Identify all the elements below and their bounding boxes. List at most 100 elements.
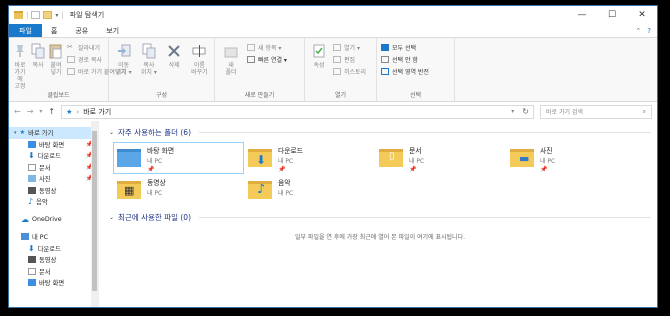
nav-item-pictures[interactable]: 사진 📌 [9, 173, 98, 185]
tab-home[interactable]: 홈 [42, 24, 66, 37]
computer-icon [21, 233, 29, 241]
nav-pc-downloads[interactable]: ⬇ 다운로드 [9, 243, 98, 255]
open-button[interactable]: 열기 ▾ [333, 43, 366, 52]
back-arrow-icon[interactable]: ← [14, 107, 21, 116]
content-pane: ⌄ 자주 사용하는 폴더 (6) 바탕 화면 내 PC 📌 ⬇ 다운로드 내 PC 📌 … [99, 121, 657, 307]
properties-button[interactable]: 속성 [309, 40, 329, 91]
edit-button[interactable]: 편집 [333, 55, 366, 64]
select-all-icon [381, 44, 389, 51]
easy-access-button[interactable]: 빠른 연결 ▾ [247, 55, 287, 64]
star-icon: ★ [19, 129, 26, 137]
nav-scrollbar[interactable] [91, 121, 98, 307]
group-open: 속성 열기 ▾ 편집 히스토리 열기 [305, 38, 377, 101]
select-none-button[interactable]: 선택 안 함 [381, 55, 429, 64]
copy-icon [31, 43, 45, 59]
tab-share[interactable]: 공유 [66, 24, 97, 37]
group-label-open: 열기 [334, 92, 347, 99]
nav-pc-documents[interactable]: 문서 [9, 266, 98, 278]
pin-icon: 📌 [409, 166, 417, 173]
refresh-icon[interactable]: ↻ [522, 107, 529, 116]
chevron-down-icon[interactable]: ⌄ [109, 129, 114, 136]
videos-folder-icon: ▦ [117, 177, 143, 203]
address-bar[interactable]: ★ › 바로 가기 ▾ ↻ [61, 104, 534, 119]
breadcrumb[interactable]: 바로 가기 [83, 107, 111, 117]
recent-locations-icon[interactable]: ▾ [39, 108, 42, 115]
tab-file[interactable]: 파일 [9, 24, 42, 37]
paste-button[interactable]: 붙여넣기 [49, 40, 63, 91]
document-icon [28, 267, 36, 275]
folder-tile-music[interactable]: ♪ 음악 내 PC [244, 174, 375, 206]
address-row: ← → ▾ ↑ ★ › 바로 가기 ▾ ↻ 바로 가기 검색 ⌕ [9, 102, 657, 121]
folder-tile-pictures[interactable]: ▬ 사진 내 PC 📌 [506, 142, 637, 174]
rename-button[interactable]: 이름 바꾸기 [189, 40, 210, 91]
cloud-icon: ☁ [21, 214, 29, 224]
customize-qa-icon[interactable]: ▾ [55, 12, 58, 19]
new-folder-button[interactable]: 새 폴더 [219, 40, 243, 91]
frequent-folders-grid: 바탕 화면 내 PC 📌 ⬇ 다운로드 내 PC 📌 ▯ 문서 내 PC 📌 ▬ 사진 내 P… [109, 142, 651, 206]
nav-this-pc[interactable]: 내 PC [9, 231, 98, 243]
folder-tile-downloads[interactable]: ⬇ 다운로드 내 PC 📌 [244, 142, 375, 174]
nav-pc-videos[interactable]: 동영상 [9, 254, 98, 266]
nav-item-desktop[interactable]: 바탕 화면 📌 [9, 139, 98, 151]
chevron-down-icon[interactable]: ⌄ [109, 214, 114, 221]
folder-tile-documents[interactable]: ▯ 문서 내 PC 📌 [375, 142, 506, 174]
pin-icon: 📌 [278, 166, 286, 173]
navigation-pane: ▾ ★ 바로 가기 바탕 화면 📌 ⬇ 다운로드 📌 문서 📌 사진 📌 동영상 ♪ 음악 … [9, 121, 99, 307]
folder-icon [14, 11, 23, 19]
new-item-button[interactable]: 새 항목 ▾ [247, 43, 287, 52]
address-dropdown-icon[interactable]: ▾ [511, 108, 514, 115]
new-item-icon [247, 44, 255, 51]
new-folder-icon[interactable] [43, 11, 53, 19]
nav-onedrive[interactable]: ☁ OneDrive [9, 214, 98, 226]
path-icon [67, 56, 75, 63]
forward-arrow-icon[interactable]: → [27, 107, 34, 116]
nav-item-music[interactable]: ♪ 음악 [9, 196, 98, 208]
scrollbar-thumb[interactable] [92, 131, 97, 291]
download-icon: ⬇ [256, 153, 267, 167]
folder-tile-desktop[interactable]: 바탕 화면 내 PC 📌 [113, 142, 244, 174]
group-organize: 이동 위치 ▾ 복사 위치 ▾ 삭제 이름 바꾸기 구성 [109, 38, 215, 101]
invert-selection-button[interactable]: 선택 영역 반전 [381, 67, 429, 76]
chevron-down-icon[interactable]: ▾ [14, 130, 17, 136]
group-label-new: 새로 만들기 [244, 92, 275, 99]
section-frequent-folders[interactable]: ⌄ 자주 사용하는 폴더 (6) [109, 125, 651, 139]
properties-icon[interactable] [31, 11, 41, 19]
music-folder-icon: ♪ [248, 177, 274, 203]
group-label-organize: 구성 [155, 92, 168, 99]
invert-selection-icon [381, 68, 389, 75]
desktop-icon [28, 140, 36, 148]
move-to-button[interactable]: 이동 위치 ▾ [113, 40, 134, 91]
folder-tile-videos[interactable]: ▦ 동영상 내 PC [113, 174, 244, 206]
select-all-button[interactable]: 모두 선택 [381, 43, 429, 52]
minimize-button[interactable]: — [567, 6, 597, 24]
window-title: 파일 탐색기 [69, 11, 105, 19]
maximize-button[interactable]: ☐ [597, 6, 627, 24]
nav-pc-desktop[interactable]: 바탕 화면 [9, 277, 98, 289]
ribbon-tabs: 파일 홈 공유 보기 ⌃ ? [9, 24, 657, 37]
video-icon [28, 186, 36, 194]
nav-item-documents[interactable]: 문서 📌 [9, 162, 98, 174]
chevron-up-icon[interactable]: ⌃ [635, 27, 641, 35]
pin-icon: 📌 [147, 166, 155, 173]
title-bar: | ▾ | 파일 탐색기 — ☐ ✕ [9, 6, 657, 24]
edit-icon [333, 56, 341, 63]
section-recent-files[interactable]: ⌄ 최근에 사용한 파일 (0) [109, 210, 651, 224]
nav-quick-access[interactable]: ▾ ★ 바로 가기 [9, 127, 98, 139]
search-input[interactable]: 바로 가기 검색 ⌕ [540, 104, 652, 119]
delete-button[interactable]: 삭제 [164, 40, 185, 91]
recent-empty-message: 일부 파일을 연 후에 가장 최근에 열어 본 파일이 여기에 표시됩니다. [294, 234, 466, 241]
paste-icon [49, 44, 62, 59]
download-icon: ⬇ [28, 243, 35, 253]
help-icon[interactable]: ? [647, 27, 651, 35]
nav-item-downloads[interactable]: ⬇ 다운로드 📌 [9, 150, 98, 162]
divider [199, 131, 651, 133]
history-button[interactable]: 히스토리 [333, 67, 366, 76]
copy-to-button[interactable]: 복사 위치 ▾ [138, 40, 159, 91]
nav-item-videos[interactable]: 동영상 [9, 185, 98, 197]
breadcrumb-chevron-icon[interactable]: › [76, 108, 79, 116]
up-arrow-icon[interactable]: ↑ [48, 107, 55, 116]
close-button[interactable]: ✕ [627, 6, 657, 24]
copy-button[interactable]: 복사 [31, 40, 45, 91]
pin-quick-access-button[interactable]: 바로 가기에 고정 [13, 40, 27, 91]
tab-view[interactable]: 보기 [97, 24, 128, 37]
